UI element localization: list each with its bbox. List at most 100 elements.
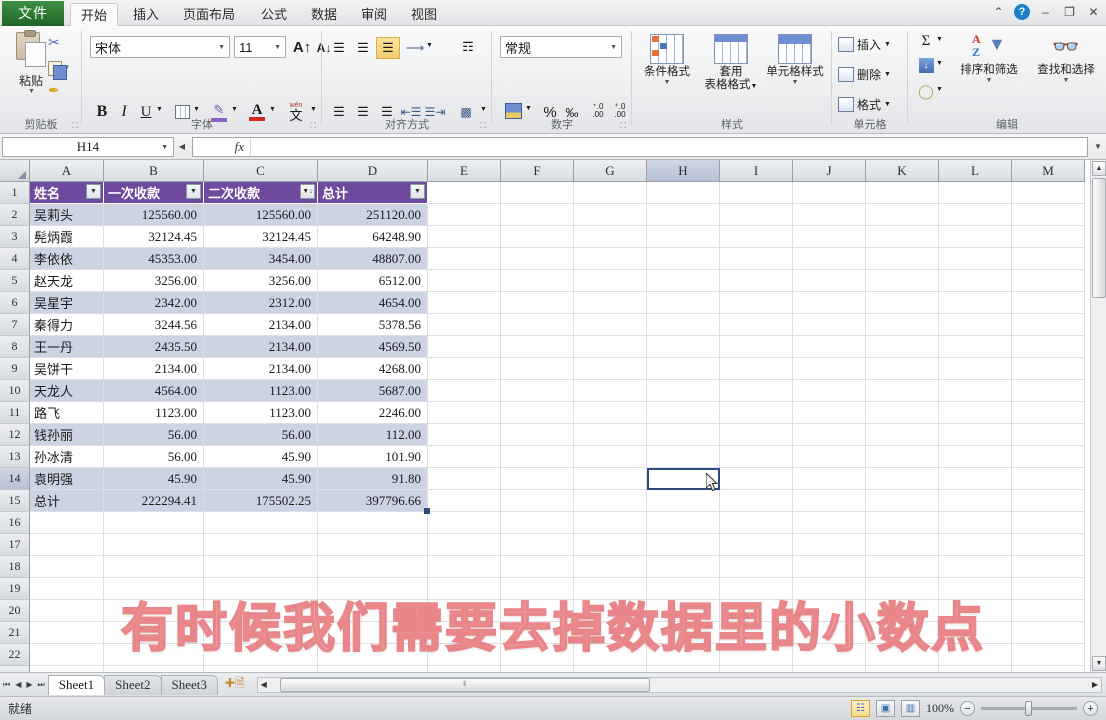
cell-K18[interactable] [866, 556, 939, 578]
clipboard-dialog-launcher[interactable]: ⛶ [72, 121, 78, 131]
cell-J10[interactable] [793, 380, 866, 402]
cell-M16[interactable] [1012, 512, 1085, 534]
row-header-4[interactable]: 4 [0, 248, 30, 270]
cell-H8[interactable] [647, 336, 720, 358]
font-size-combo[interactable]: 11 ▼ [234, 36, 286, 58]
cell-L7[interactable] [939, 314, 1012, 336]
cell-F3[interactable] [501, 226, 574, 248]
cell-J21[interactable] [793, 622, 866, 644]
cell-L1[interactable] [939, 182, 1012, 204]
cell-K14[interactable] [866, 468, 939, 490]
cell-I10[interactable] [720, 380, 793, 402]
cell-F7[interactable] [501, 314, 574, 336]
cell-K5[interactable] [866, 270, 939, 292]
row-header-14[interactable]: 14 [0, 468, 30, 490]
cell-H3[interactable] [647, 226, 720, 248]
cell-A6[interactable]: 吴星宇 [30, 292, 104, 314]
cell-C21[interactable] [204, 622, 318, 644]
cell-F4[interactable] [501, 248, 574, 270]
cell-K11[interactable] [866, 402, 939, 424]
zoom-in-button[interactable]: + [1083, 701, 1098, 716]
cell-G11[interactable] [574, 402, 647, 424]
cell-L19[interactable] [939, 578, 1012, 600]
cell-M12[interactable] [1012, 424, 1085, 446]
cell-E3[interactable] [428, 226, 501, 248]
paste-dropdown-icon[interactable]: ▼ [28, 88, 35, 95]
vertical-scroll-thumb[interactable] [1092, 178, 1106, 298]
cell-G18[interactable] [574, 556, 647, 578]
cell-B13[interactable]: 56.00 [104, 446, 204, 468]
cell-F2[interactable] [501, 204, 574, 226]
row-header-8[interactable]: 8 [0, 336, 30, 358]
cell-J13[interactable] [793, 446, 866, 468]
cell-I21[interactable] [720, 622, 793, 644]
cell-C14[interactable]: 45.90 [204, 468, 318, 490]
cell-I7[interactable] [720, 314, 793, 336]
cell-I15[interactable] [720, 490, 793, 512]
cell-I14[interactable] [720, 468, 793, 490]
font-color-dropdown-icon[interactable]: ▼ [269, 106, 276, 113]
cell-J7[interactable] [793, 314, 866, 336]
prev-sheet-icon[interactable]: ◀ [15, 680, 21, 689]
cell-J3[interactable] [793, 226, 866, 248]
cell-F11[interactable] [501, 402, 574, 424]
last-sheet-icon[interactable]: ⏭ [38, 680, 45, 690]
cell-I16[interactable] [720, 512, 793, 534]
cell-M14[interactable] [1012, 468, 1085, 490]
cell-C15[interactable]: 175502.25 [204, 490, 318, 512]
cell-L4[interactable] [939, 248, 1012, 270]
cell-G21[interactable] [574, 622, 647, 644]
cell-A5[interactable]: 赵天龙 [30, 270, 104, 292]
orientation-icon[interactable]: ⟶ [404, 38, 426, 58]
row-header-19[interactable]: 19 [0, 578, 30, 600]
cell-G10[interactable] [574, 380, 647, 402]
cell-F22[interactable] [501, 644, 574, 666]
cell-J17[interactable] [793, 534, 866, 556]
cell-F5[interactable] [501, 270, 574, 292]
cell-F14[interactable] [501, 468, 574, 490]
cell-D17[interactable] [318, 534, 428, 556]
row-header-7[interactable]: 7 [0, 314, 30, 336]
insert-function-icon[interactable]: fx [193, 137, 251, 156]
cell-J8[interactable] [793, 336, 866, 358]
cell-J20[interactable] [793, 600, 866, 622]
cell-J15[interactable] [793, 490, 866, 512]
cell-K17[interactable] [866, 534, 939, 556]
wrap-text-icon[interactable]: ☶ [456, 36, 480, 58]
cell-K8[interactable] [866, 336, 939, 358]
cell-K6[interactable] [866, 292, 939, 314]
row-header-9[interactable]: 9 [0, 358, 30, 380]
cell-I8[interactable] [720, 336, 793, 358]
grow-font-icon[interactable]: A↑ [292, 38, 312, 56]
row-header-17[interactable]: 17 [0, 534, 30, 556]
cell-J16[interactable] [793, 512, 866, 534]
tab-file[interactable]: 文件 [2, 1, 64, 26]
column-header-H[interactable]: H [647, 160, 720, 182]
filter-dropdown-icon[interactable]: ▼ [86, 184, 101, 199]
cell-C20[interactable] [204, 600, 318, 622]
insert-sheet-icon[interactable]: ✚🗎 [217, 674, 253, 695]
cell-M10[interactable] [1012, 380, 1085, 402]
cell-B1[interactable]: 一次收款 ▼ [104, 182, 204, 204]
row-header-2[interactable]: 2 [0, 204, 30, 226]
cell-G19[interactable] [574, 578, 647, 600]
row-header-12[interactable]: 12 [0, 424, 30, 446]
cell-E21[interactable] [428, 622, 501, 644]
cell-F16[interactable] [501, 512, 574, 534]
cell-G12[interactable] [574, 424, 647, 446]
cell-I4[interactable] [720, 248, 793, 270]
cut-icon[interactable]: ✂ [48, 34, 70, 54]
cell-J22[interactable] [793, 644, 866, 666]
autosum-dropdown-icon[interactable]: ▼ [936, 36, 943, 43]
cell-I18[interactable] [720, 556, 793, 578]
chevron-down-icon[interactable]: ▼ [610, 44, 617, 51]
cell-A11[interactable]: 路飞 [30, 402, 104, 424]
cell-H7[interactable] [647, 314, 720, 336]
cell-H2[interactable] [647, 204, 720, 226]
zoom-slider-knob[interactable] [1025, 701, 1032, 716]
cell-K20[interactable] [866, 600, 939, 622]
cell-K10[interactable] [866, 380, 939, 402]
cell-M22[interactable] [1012, 644, 1085, 666]
column-header-D[interactable]: D [318, 160, 428, 182]
bottom-align-icon[interactable]: ☰ [376, 37, 400, 59]
